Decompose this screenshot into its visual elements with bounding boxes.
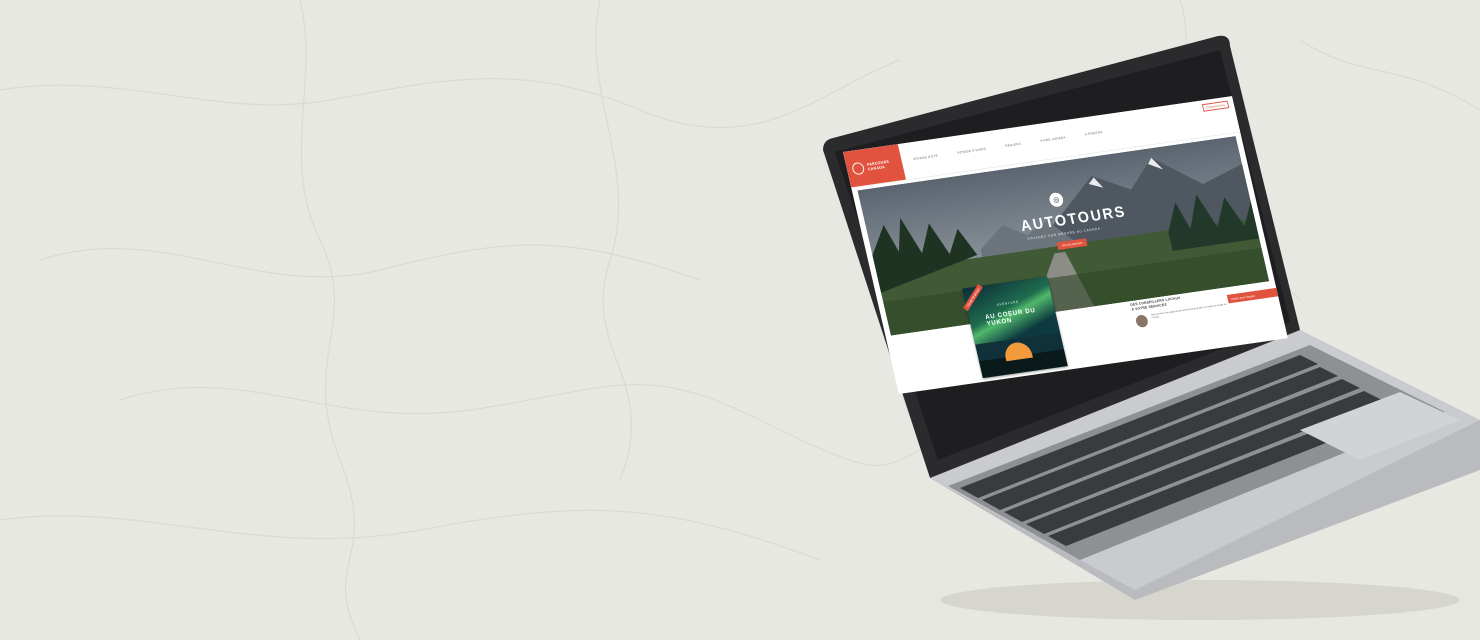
site-logo[interactable]: PARCOURS CANADA xyxy=(843,144,906,188)
contact-button[interactable]: Contactez-nous xyxy=(1201,100,1230,112)
avatar xyxy=(1134,314,1150,329)
nav-item-vivre[interactable]: VIVRE CANADA xyxy=(1040,135,1066,142)
talk-to-team-button[interactable]: Parlez avec l'équipe xyxy=(1226,287,1279,304)
maple-leaf-icon xyxy=(850,161,866,175)
nav-item-apropos[interactable]: À PROPOS xyxy=(1085,130,1103,136)
nav-item-ete[interactable]: VOYAGE D'ÉTÉ xyxy=(913,154,939,161)
nav-item-hiver[interactable]: VOYAGE D'HIVER xyxy=(957,147,986,155)
nav-item-regions[interactable]: RÉGIONS xyxy=(1005,142,1021,148)
